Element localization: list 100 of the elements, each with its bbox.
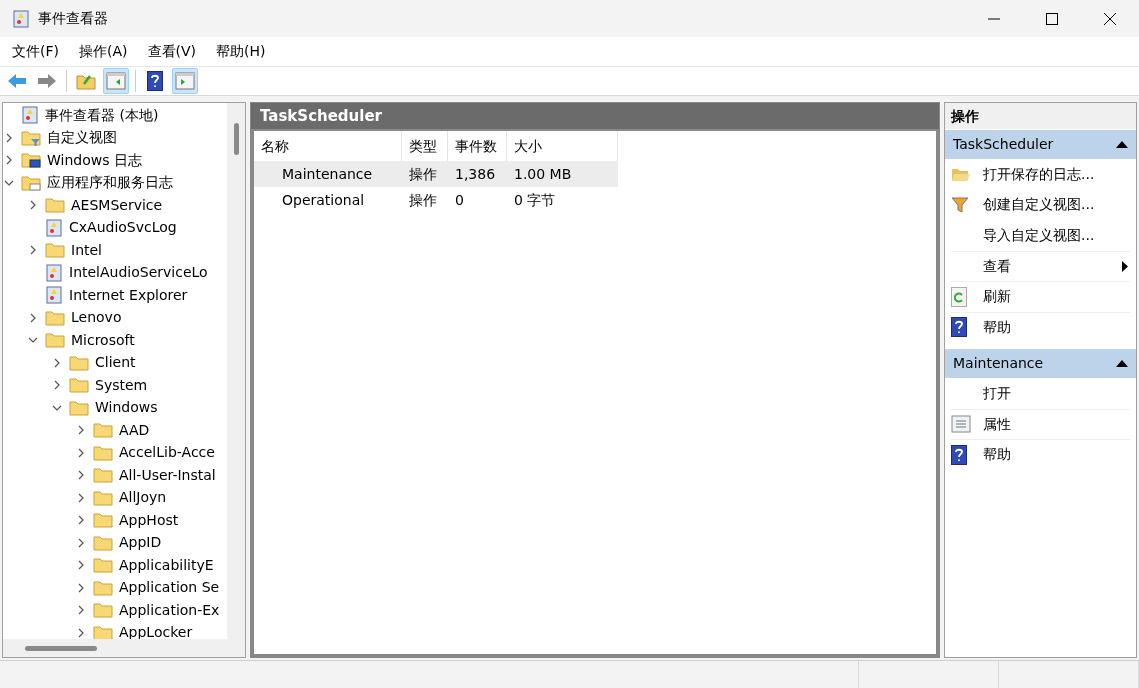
chevron-right-icon[interactable]: [76, 447, 86, 458]
panel-header: 操作: [945, 103, 1136, 129]
chevron-right-icon[interactable]: [76, 492, 86, 503]
chevron-right-icon[interactable]: [28, 200, 38, 211]
tree-item[interactable]: 应用程序和服务日志: [47, 172, 173, 194]
table-cell-text: 0 字节: [514, 190, 556, 210]
table-cell-text: 1.00 MB: [514, 164, 572, 184]
action-item[interactable]: 查看: [983, 255, 1011, 277]
action-item[interactable]: 帮助: [983, 316, 1011, 338]
chevron-right-icon[interactable]: [76, 425, 86, 436]
tree-item[interactable]: Windows 日志: [47, 149, 142, 171]
minimize-icon: [988, 17, 1000, 20]
tree-item[interactable]: Lenovo: [71, 307, 122, 329]
section-header[interactable]: TaskScheduler: [945, 130, 1136, 159]
chevron-right-icon[interactable]: [76, 560, 86, 571]
menu-item[interactable]: 操作(A): [71, 37, 136, 66]
chevron-right-icon[interactable]: [52, 357, 62, 368]
menu-item[interactable]: 文件(F): [4, 37, 67, 66]
folder-icon: [93, 534, 113, 551]
folder-icon: [93, 444, 113, 461]
log-book-icon: [12, 9, 30, 28]
action-item[interactable]: 属性: [983, 413, 1011, 435]
folder-icon: [45, 242, 65, 259]
tree-item[interactable]: AppID: [119, 532, 162, 554]
folder-icon: [93, 489, 113, 506]
chevron-right-icon[interactable]: [76, 470, 86, 481]
action-item[interactable]: 打开: [983, 382, 1011, 404]
tree-item[interactable]: 事件查看器 (本地): [45, 104, 159, 126]
tree-item[interactable]: CxAudioSvcLog: [69, 217, 177, 239]
tree-item[interactable]: AppHost: [119, 509, 179, 531]
close-icon: [1104, 12, 1116, 25]
chevron-right-icon[interactable]: [76, 515, 86, 526]
tree-item[interactable]: Windows: [95, 397, 158, 419]
chevron-right-icon[interactable]: [52, 380, 62, 391]
folder-icon: [93, 557, 113, 574]
table-cell-text: 1,386: [455, 164, 496, 184]
tree-item[interactable]: System: [95, 374, 148, 396]
tree-item[interactable]: AccelLib-Acce: [119, 442, 215, 464]
chevron-right-icon[interactable]: [4, 155, 14, 166]
folder-icon: [69, 354, 89, 371]
section-title: TaskScheduler: [953, 135, 1054, 154]
folder-icon: [69, 399, 89, 416]
tree-item[interactable]: Internet Explorer: [69, 284, 188, 306]
folder-icon: [93, 602, 113, 619]
tree-item[interactable]: All-User-Instal: [119, 464, 216, 486]
menu-item[interactable]: 查看(V): [139, 37, 204, 66]
help-icon: [147, 71, 163, 91]
chevron-right-icon[interactable]: [4, 132, 14, 143]
chevron-right-icon[interactable]: [76, 582, 86, 593]
action-item[interactable]: 帮助: [983, 444, 1011, 466]
table-cell-text: Maintenance: [282, 164, 373, 184]
chevron-right-icon[interactable]: [28, 245, 38, 256]
open-folder-icon: [951, 166, 971, 183]
chevron-right-icon[interactable]: [76, 537, 86, 548]
folder-filter-icon: [21, 129, 41, 146]
vertical-scrollbar[interactable]: [227, 103, 245, 639]
folder-icon: [93, 422, 113, 439]
folder-up-icon: [76, 72, 96, 90]
section-title: Maintenance: [953, 354, 1044, 373]
action-item[interactable]: 导入自定义视图...: [983, 224, 1095, 246]
table-cell-text: 0: [455, 190, 464, 210]
submenu-arrow-icon: [1122, 260, 1128, 272]
help-icon: [951, 444, 967, 465]
tree-item[interactable]: Intel: [71, 239, 102, 261]
section-header[interactable]: Maintenance: [945, 349, 1136, 378]
menu-item[interactable]: 帮助(H): [208, 37, 274, 66]
log-book-icon: [21, 106, 39, 125]
tree-item[interactable]: AESMService: [71, 194, 163, 216]
chevron-right-icon[interactable]: [76, 627, 86, 638]
back-arrow-icon: [7, 73, 27, 89]
tree-item[interactable]: ApplicabilityE: [119, 554, 214, 576]
tree-item[interactable]: AAD: [119, 419, 150, 441]
table-row[interactable]: Operational 操作 0 0 字节: [254, 187, 618, 213]
maximize-icon: [1046, 12, 1058, 25]
tree-item[interactable]: Application Se: [119, 577, 220, 599]
action-item[interactable]: 打开保存的日志...: [983, 163, 1095, 185]
table-cell-text: 操作: [409, 164, 437, 184]
folder-icon: [93, 512, 113, 529]
folder-icon: [45, 332, 65, 349]
panel-left-icon: [106, 72, 126, 90]
properties-icon: [951, 415, 971, 434]
tree-item[interactable]: IntelAudioServiceLo: [69, 262, 208, 284]
table-row[interactable]: Maintenance 操作 1,386 1.00 MB: [254, 161, 618, 187]
folder-icon: [45, 309, 65, 326]
table-cell-text: 操作: [409, 190, 437, 210]
tree-item[interactable]: Microsoft: [71, 329, 135, 351]
tree-item[interactable]: AllJoyn: [119, 487, 167, 509]
chevron-right-icon[interactable]: [28, 312, 38, 323]
tree-item[interactable]: Application-Ex: [119, 599, 220, 621]
log-book-icon: [45, 286, 63, 305]
tree-item[interactable]: Client: [95, 352, 136, 374]
action-item[interactable]: 刷新: [983, 286, 1011, 308]
folder-icon: [93, 467, 113, 484]
chevron-right-icon[interactable]: [76, 605, 86, 616]
action-item[interactable]: 创建自定义视图...: [983, 194, 1095, 216]
horizontal-scrollbar[interactable]: [3, 639, 245, 657]
window-title: 事件查看器: [38, 9, 108, 28]
folder-icon: [93, 579, 113, 596]
forward-arrow-icon: [37, 73, 57, 89]
tree-item[interactable]: 自定义视图: [47, 127, 117, 149]
